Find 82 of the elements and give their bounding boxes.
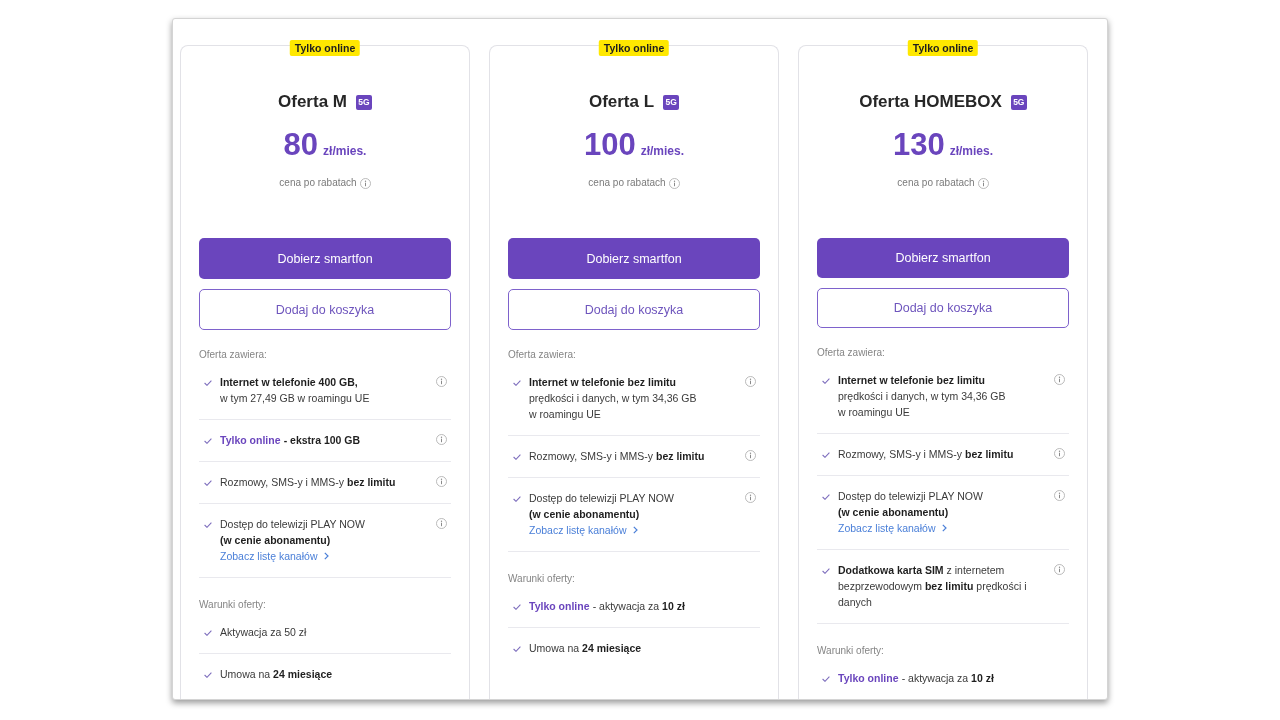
section-label: Oferta zawiera:: [199, 348, 268, 362]
feature-text: Dostęp do telewizji PLAY NOW (w cenie abonamentu): [838, 489, 983, 520]
feature-text: Umowa na 24 miesiące: [529, 641, 642, 656]
feature-text: Dostęp do telewizji PLAY NOW (w cenie abonamentu): [220, 517, 365, 548]
price-note: cena po rabatach: [588, 176, 666, 190]
check-icon: [204, 380, 212, 386]
add-to-cart-button[interactable]: Dodaj do koszyka: [508, 289, 760, 330]
check-icon: [513, 496, 521, 502]
feature-text: Aktywacja za 50 zł: [220, 625, 307, 640]
info-icon[interactable]: [436, 518, 447, 529]
promo-badge: Tylko online: [598, 40, 670, 56]
feature-text: Rozmowy, SMS-y i MMS-y bez limitu: [220, 475, 396, 490]
network-badge: 5G: [1010, 94, 1027, 110]
plan-title: Oferta M: [278, 91, 347, 113]
feature-text: Rozmowy, SMS-y i MMS-y bez limitu: [838, 447, 1014, 462]
info-icon[interactable]: [359, 177, 371, 189]
check-icon: [204, 672, 212, 678]
chevron-right-icon: [324, 552, 330, 560]
check-icon: [204, 438, 212, 444]
section-label: Warunki oferty:: [508, 572, 576, 586]
check-icon: [513, 454, 521, 460]
chevron-right-icon: [942, 524, 948, 532]
feature-text: Dostęp do telewizji PLAY NOW (w cenie abonamentu): [529, 491, 674, 522]
feature-text: Dodatkowa karta SIM z internetem bezprzewodowym bez limitu prędkości i danych: [838, 563, 1027, 610]
channel-list-link[interactable]: Zobacz listę kanałów: [220, 548, 330, 564]
info-icon[interactable]: [436, 434, 447, 445]
feature-text: Tylko online - aktywacja za 10 zł: [529, 599, 685, 614]
price-unit: zł/mies.: [640, 144, 685, 158]
feature-text: Internet w telefonie bez limitu prędkości i danych, w tym 34,36 GB w roamingu UE: [838, 373, 1006, 420]
price-unit: zł/mies.: [323, 144, 367, 158]
feature-text: Internet w telefonie bez limitu prędkości i danych, w tym 34,36 GB w roamingu UE: [529, 375, 697, 422]
channel-list-link[interactable]: Zobacz listę kanałów: [529, 522, 639, 538]
check-icon: [204, 522, 212, 528]
promo-badge: Tylko online: [289, 40, 361, 56]
info-icon[interactable]: [1054, 374, 1065, 385]
section-label: Oferta zawiera:: [817, 346, 886, 360]
info-icon[interactable]: [745, 450, 756, 461]
info-icon[interactable]: [436, 476, 447, 487]
check-icon: [822, 494, 830, 500]
feature-text: Tylko online - aktywacja za 10 zł: [838, 671, 994, 686]
choose-phone-button[interactable]: Dobierz smartfon: [199, 238, 451, 279]
network-badge: 5G: [663, 94, 680, 110]
plan-title: Oferta HOMEBOX: [859, 91, 1002, 113]
info-icon[interactable]: [745, 492, 756, 503]
info-icon[interactable]: [1054, 490, 1065, 501]
promo-badge: Tylko online: [907, 40, 979, 56]
price-note: cena po rabatach: [897, 176, 975, 190]
check-icon: [513, 380, 521, 386]
price-note: cena po rabatach: [279, 176, 357, 190]
network-badge: 5G: [356, 94, 372, 110]
plan-title: Oferta L: [588, 91, 655, 113]
section-label: Oferta zawiera:: [508, 348, 577, 362]
info-icon[interactable]: [1054, 564, 1065, 575]
check-icon: [204, 630, 212, 636]
check-icon: [204, 480, 212, 486]
price-amount: 100: [583, 127, 636, 163]
info-icon[interactable]: [1054, 448, 1065, 459]
info-icon[interactable]: [668, 177, 680, 189]
check-icon: [822, 452, 830, 458]
info-icon[interactable]: [745, 376, 756, 387]
price-unit: zł/mies.: [949, 144, 994, 158]
channel-list-link[interactable]: Zobacz listę kanałów: [838, 520, 948, 536]
info-icon[interactable]: [977, 177, 989, 189]
check-icon: [822, 568, 830, 574]
feature-text: Umowa na 24 miesiące: [220, 667, 333, 682]
price-amount: 130: [892, 127, 945, 163]
feature-text: Internet w telefonie 400 GB, w tym 27,49 GB w roamingu UE: [220, 375, 370, 406]
section-label: Warunki oferty:: [817, 644, 885, 658]
feature-text: Rozmowy, SMS-y i MMS-y bez limitu: [529, 449, 705, 464]
add-to-cart-button[interactable]: Dodaj do koszyka: [817, 287, 1069, 328]
check-icon: [822, 378, 830, 384]
add-to-cart-button[interactable]: Dodaj do koszyka: [199, 289, 451, 330]
feature-text: Tylko online - ekstra 100 GB: [220, 433, 361, 448]
info-icon[interactable]: [436, 376, 447, 387]
choose-phone-button[interactable]: Dobierz smartfon: [817, 238, 1069, 278]
check-icon: [822, 676, 830, 682]
price-amount: 80: [283, 127, 319, 163]
chevron-right-icon: [633, 526, 639, 534]
section-label: Warunki oferty:: [199, 598, 267, 612]
check-icon: [513, 646, 521, 652]
check-icon: [513, 604, 521, 610]
choose-phone-button[interactable]: Dobierz smartfon: [508, 238, 760, 279]
